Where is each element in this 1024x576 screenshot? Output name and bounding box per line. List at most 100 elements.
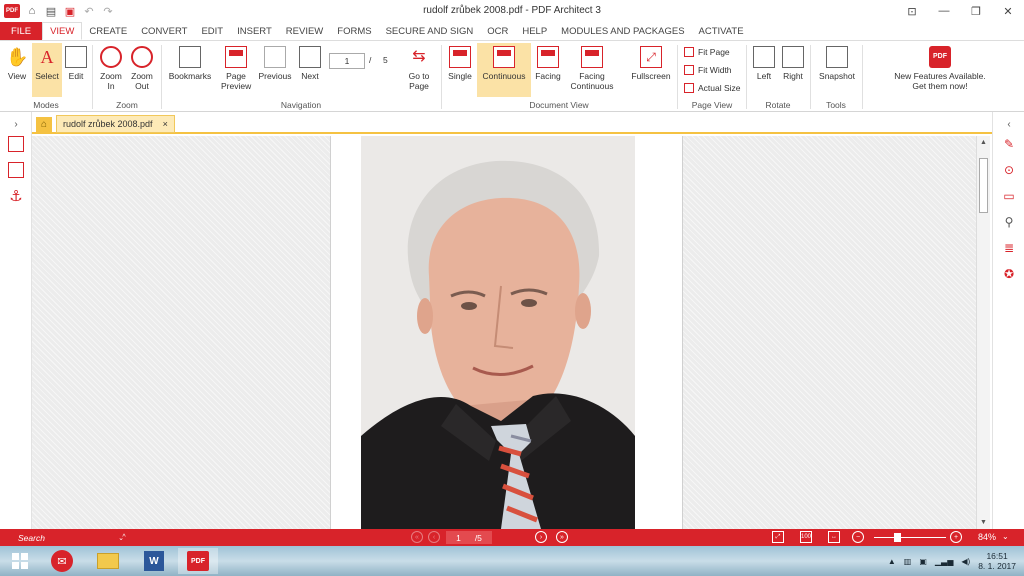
fit-width-icon [684, 65, 694, 75]
binoculars-icon[interactable]: ⊙ [1001, 162, 1017, 178]
fit-width-status-icon[interactable]: ↔ [828, 531, 840, 543]
continuous-view-button[interactable]: Continuous [477, 43, 531, 97]
fullscreen-button[interactable]: ⤢ Fullscreen [628, 43, 674, 97]
close-tab-icon[interactable]: × [163, 119, 168, 129]
previous-page-status-icon[interactable]: ‹ [428, 531, 440, 543]
fullscreen-status-icon[interactable]: ⤢ [772, 531, 784, 543]
file-explorer-icon[interactable] [88, 548, 128, 574]
rotate-left-button[interactable]: Left [752, 43, 776, 97]
facing-continuous-view-button[interactable]: Facing Continuous [568, 43, 616, 97]
pdf-page [330, 136, 683, 529]
page-number-input[interactable]: 1 [329, 53, 365, 69]
search-input[interactable]: Search ⌄ [18, 531, 128, 544]
tab-help[interactable]: HELP [515, 22, 554, 40]
previous-page-button[interactable]: Previous [257, 43, 293, 97]
network-icon[interactable]: ▥ [904, 557, 912, 566]
tab-review[interactable]: REVIEW [279, 22, 330, 40]
zoom-slider-track[interactable] [874, 537, 946, 538]
scrollbar-thumb[interactable] [979, 158, 988, 213]
go-to-page-button[interactable]: ⇆ Go to Page [404, 43, 434, 97]
save-icon[interactable]: ▤ [44, 4, 58, 18]
pdf-architect-taskbar-icon[interactable]: PDF [178, 548, 218, 574]
rotate-left-icon [753, 46, 775, 68]
tab-convert[interactable]: CONVERT [134, 22, 194, 40]
single-view-button[interactable]: Single [445, 43, 475, 97]
wrench-icon[interactable]: ✎ [1001, 136, 1017, 152]
page-preview-icon [225, 46, 247, 68]
volume-icon[interactable]: ◀) [961, 557, 970, 566]
collapse-panel-icon[interactable]: ‹ [1001, 116, 1017, 132]
zoom-slider-thumb[interactable] [894, 533, 901, 542]
select-mode-button[interactable]: A Select [32, 43, 62, 97]
actual-size-button[interactable]: Actual Size [684, 83, 741, 93]
bookmarks-panel-icon[interactable] [8, 162, 24, 178]
tab-activate[interactable]: ACTIVATE [692, 22, 751, 40]
layers-icon[interactable]: ≣ [1001, 240, 1017, 256]
expand-panel-icon[interactable]: › [8, 116, 24, 132]
scroll-down-icon[interactable]: ▼ [979, 518, 988, 527]
page-thumbnails-icon[interactable] [8, 136, 24, 152]
tray-app-icon[interactable]: ▣ [919, 557, 927, 566]
fit-width-button[interactable]: Fit Width [684, 65, 732, 75]
restore-view-icon[interactable]: ⊡ [896, 0, 928, 22]
actual-size-status-icon[interactable]: 100 [800, 531, 812, 543]
home-icon[interactable]: ⌂ [25, 4, 39, 18]
comment-icon[interactable]: ▭ [1001, 188, 1017, 204]
facing-view-button[interactable]: Facing [533, 43, 563, 97]
zoom-in-status-icon[interactable]: + [950, 531, 962, 543]
certificate-icon[interactable]: ✪ [1001, 266, 1017, 282]
page-preview-button[interactable]: Page Preview [218, 43, 254, 97]
anchor-icon[interactable]: ⚓ [8, 188, 24, 205]
tab-view[interactable]: VIEW [42, 22, 83, 40]
search-options-icon[interactable]: ^ [118, 531, 130, 543]
view-mode-button[interactable]: ✋ View [4, 43, 30, 97]
fit-page-button[interactable]: Fit Page [684, 47, 730, 57]
tab-modules-and-packages[interactable]: MODULES AND PACKAGES [554, 22, 691, 40]
tab-forms[interactable]: FORMS [330, 22, 378, 40]
mail-app-icon[interactable]: ✉ [42, 548, 82, 574]
new-features-line1: New Features Available. [894, 71, 986, 81]
zoom-out-icon [131, 46, 153, 68]
system-clock[interactable]: 16:51 8. 1. 2017 [978, 551, 1016, 571]
zoom-level[interactable]: 84% [978, 532, 996, 542]
document-tab[interactable]: rudolf zrůbek 2008.pdf × [56, 115, 175, 133]
last-page-status-icon[interactable]: » [556, 531, 568, 543]
zoom-in-button[interactable]: Zoom In [97, 43, 125, 97]
home-tab-icon[interactable]: ⌂ [36, 117, 52, 132]
edit-mode-button[interactable]: Edit [64, 43, 88, 97]
tab-file[interactable]: FILE [0, 22, 43, 40]
word-app-icon[interactable]: W [134, 548, 174, 574]
system-tray: ▲ ▥ ▣ ▁▃▅ ◀) 16:51 8. 1. 2017 [888, 546, 1024, 576]
tray-expand-icon[interactable]: ▲ [888, 557, 896, 566]
tab-create[interactable]: CREATE [82, 22, 134, 40]
next-page-status-icon[interactable]: › [535, 531, 547, 543]
tab-insert[interactable]: INSERT [230, 22, 279, 40]
zoom-dropdown-icon[interactable]: ⌄ [1002, 532, 1009, 541]
signal-icon[interactable]: ▁▃▅ [935, 557, 953, 566]
next-page-button[interactable]: Next [296, 43, 324, 97]
snapshot-camera-icon [826, 46, 848, 68]
undo-icon[interactable]: ↶ [82, 4, 96, 18]
vertical-scrollbar[interactable]: ▲ ▼ [976, 136, 990, 529]
new-features-button[interactable]: PDF New Features Available. Get them now… [880, 43, 1000, 97]
tab-secure-and-sign[interactable]: SECURE AND SIGN [379, 22, 481, 40]
zoom-out-status-icon[interactable]: − [852, 531, 864, 543]
bookmarks-button[interactable]: Bookmarks [166, 43, 214, 97]
snapshot-button[interactable]: Snapshot [816, 43, 858, 97]
tab-ocr[interactable]: OCR [480, 22, 515, 40]
status-page-input[interactable]: 1 /5 [446, 531, 492, 544]
tab-edit[interactable]: EDIT [194, 22, 230, 40]
rotate-right-button[interactable]: Right [780, 43, 806, 97]
scroll-up-icon[interactable]: ▲ [979, 138, 988, 147]
first-page-icon[interactable]: « [411, 531, 423, 543]
redo-icon[interactable]: ↷ [101, 4, 115, 18]
close-button[interactable]: ✕ [992, 0, 1024, 22]
document-viewport[interactable] [32, 136, 976, 529]
attachment-icon[interactable]: ⚲ [1001, 214, 1017, 230]
maximize-button[interactable]: ❐ [960, 0, 992, 22]
group-label-rotate: Rotate [765, 100, 791, 110]
minimize-button[interactable]: — [928, 0, 960, 22]
print-icon[interactable]: ▣ [63, 4, 77, 18]
windows-start-icon[interactable] [0, 548, 40, 574]
zoom-out-button[interactable]: Zoom Out [128, 43, 156, 97]
